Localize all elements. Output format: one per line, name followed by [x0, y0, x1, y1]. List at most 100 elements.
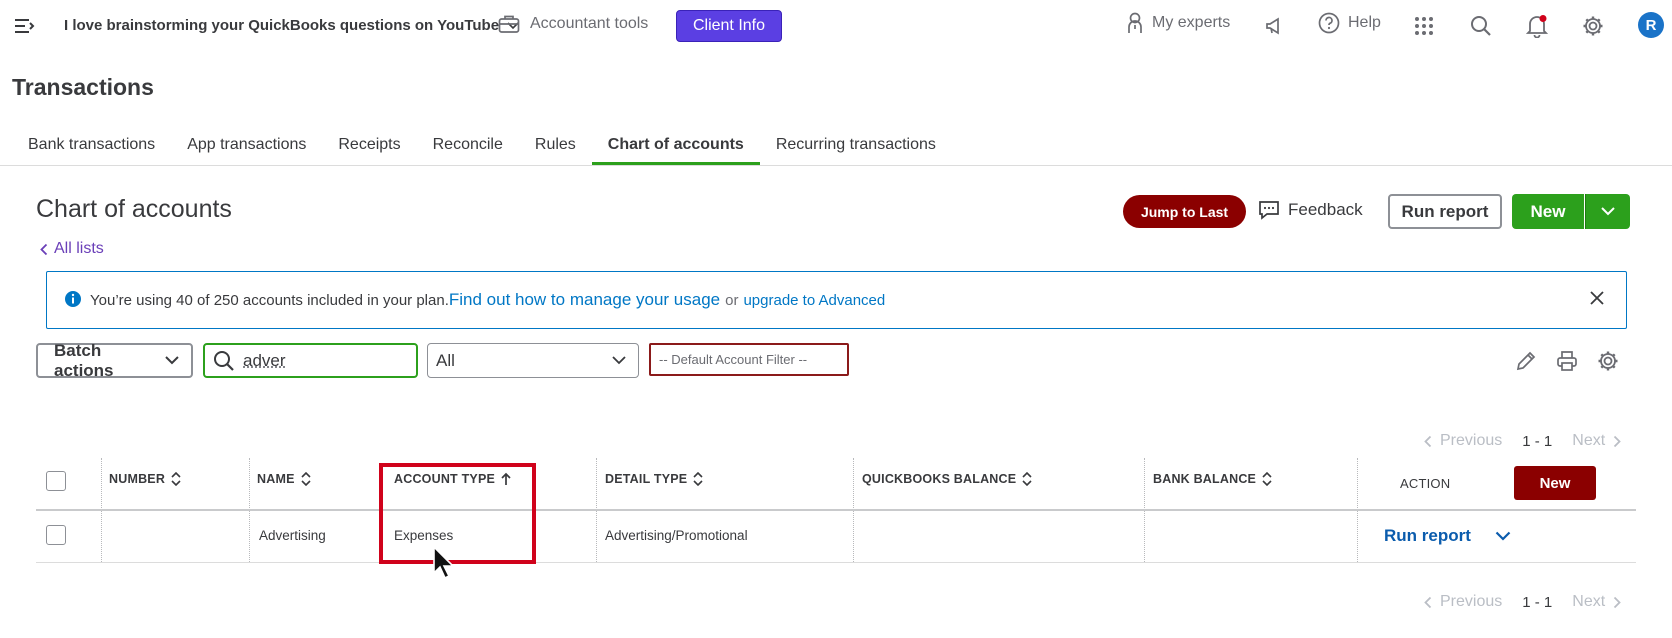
- chevron-down-icon: [165, 356, 179, 365]
- chevron-down-icon: [612, 356, 626, 365]
- menu-collapse-icon[interactable]: [14, 17, 36, 35]
- manage-usage-link[interactable]: Find out how to manage your usage: [449, 290, 720, 310]
- chevron-left-icon: [40, 243, 48, 255]
- tab-receipts[interactable]: Receipts: [322, 124, 416, 166]
- notification-bell-icon[interactable]: [1526, 14, 1548, 38]
- new-dropdown-button[interactable]: [1585, 194, 1630, 229]
- section-title: Chart of accounts: [36, 195, 232, 223]
- pager-previous-button[interactable]: Previous: [1424, 432, 1502, 450]
- company-name: I love brainstorming your QuickBooks que…: [64, 17, 500, 34]
- column-header-detail-type[interactable]: DETAIL TYPE: [605, 472, 703, 486]
- column-header-bank-balance[interactable]: BANK BALANCE: [1153, 472, 1272, 486]
- tab-recurring-transactions[interactable]: Recurring transactions: [760, 124, 952, 166]
- chevron-down-icon: [1495, 531, 1511, 541]
- pager-range: 1 - 1: [1522, 593, 1553, 611]
- client-info-button[interactable]: Client Info: [676, 10, 782, 42]
- chevron-down-icon: [1601, 207, 1615, 216]
- pager-next-label: Next: [1572, 432, 1606, 449]
- all-lists-link[interactable]: All lists: [40, 240, 104, 258]
- search-box: [203, 343, 418, 378]
- help-button[interactable]: Help: [1318, 12, 1381, 34]
- apps-grid-icon[interactable]: [1414, 16, 1434, 36]
- pager-bottom: Previous 1 - 1 Next: [1424, 593, 1621, 611]
- company-name-dropdown[interactable]: I love brainstorming your QuickBooks que…: [64, 17, 519, 34]
- tab-app-transactions[interactable]: App transactions: [171, 124, 322, 166]
- header-bank-balance-label: BANK BALANCE: [1153, 472, 1257, 486]
- search-icon[interactable]: [1470, 15, 1492, 37]
- default-account-filter[interactable]: -- Default Account Filter --: [649, 343, 849, 376]
- cell-name[interactable]: Advertising: [259, 528, 326, 543]
- top-bar: I love brainstorming your QuickBooks que…: [0, 0, 1672, 52]
- accountant-tools-button[interactable]: Accountant tools: [498, 14, 648, 34]
- batch-actions-dropdown[interactable]: Batch actions: [36, 340, 193, 380]
- row-action-dropdown[interactable]: [1495, 531, 1511, 541]
- info-icon: [64, 290, 82, 308]
- column-header-action: ACTION: [1400, 476, 1451, 491]
- account-type-selected: All: [436, 350, 455, 370]
- user-avatar[interactable]: R: [1638, 12, 1664, 38]
- run-report-button[interactable]: Run report: [1388, 194, 1502, 229]
- accountant-tools-label: Accountant tools: [530, 15, 649, 32]
- print-icon[interactable]: [1556, 350, 1578, 372]
- sort-up-down-icon: [1022, 472, 1032, 486]
- tab-chart-of-accounts[interactable]: Chart of accounts: [591, 124, 760, 166]
- header-name-label: NAME: [257, 472, 295, 486]
- help-question-icon: [1318, 12, 1340, 34]
- help-label: Help: [1348, 14, 1381, 31]
- search-input[interactable]: [243, 350, 403, 371]
- all-lists-label: All lists: [54, 240, 104, 257]
- usage-banner-text: You’re using 40 of 250 accounts included…: [90, 290, 885, 310]
- briefcase-icon: [498, 15, 520, 33]
- select-all-checkbox[interactable]: [46, 471, 66, 491]
- column-header-quickbooks-balance[interactable]: QUICKBOOKS BALANCE: [862, 472, 1032, 486]
- banner-or: or: [725, 292, 739, 309]
- account-type-select[interactable]: All: [427, 343, 639, 378]
- mouse-cursor-icon: [432, 545, 456, 581]
- tabs-divider: [0, 165, 1672, 166]
- table-header-divider: [36, 509, 1636, 511]
- table-settings-gear-icon[interactable]: [1597, 350, 1619, 372]
- pager-next-button[interactable]: Next: [1572, 593, 1621, 611]
- header-qb-balance-label: QUICKBOOKS BALANCE: [862, 472, 1017, 486]
- my-experts-label: My experts: [1152, 14, 1231, 31]
- sort-up-down-icon: [301, 472, 311, 486]
- new-account-button[interactable]: New: [1512, 194, 1584, 229]
- chevron-left-icon: [1424, 435, 1432, 447]
- table-new-button[interactable]: New: [1514, 466, 1596, 500]
- header-detail-type-label: DETAIL TYPE: [605, 472, 688, 486]
- expert-person-icon: [1128, 12, 1142, 33]
- pager-next-button[interactable]: Next: [1572, 432, 1621, 450]
- upgrade-advanced-link[interactable]: upgrade to Advanced: [743, 292, 885, 309]
- pager-previous-button[interactable]: Previous: [1424, 593, 1502, 611]
- pager-range: 1 - 1: [1522, 432, 1553, 450]
- close-icon[interactable]: [1590, 291, 1604, 305]
- feedback-button[interactable]: Feedback: [1258, 200, 1363, 220]
- pager-previous-label: Previous: [1440, 593, 1503, 610]
- sort-up-down-icon: [693, 472, 703, 486]
- column-header-number[interactable]: NUMBER: [109, 472, 181, 486]
- settings-gear-icon[interactable]: [1582, 15, 1604, 37]
- my-experts-button[interactable]: My experts: [1126, 12, 1230, 34]
- cell-detail-type: Advertising/Promotional: [605, 528, 748, 543]
- feedback-label: Feedback: [1288, 200, 1363, 219]
- chevron-left-icon: [1424, 596, 1432, 608]
- edit-pencil-icon[interactable]: [1515, 350, 1537, 372]
- batch-actions-label: Batch actions: [54, 340, 114, 380]
- tab-rules[interactable]: Rules: [519, 124, 592, 166]
- row-run-report-link[interactable]: Run report: [1384, 526, 1471, 546]
- megaphone-icon[interactable]: [1265, 16, 1285, 36]
- sort-up-down-icon: [1262, 472, 1272, 486]
- row-checkbox[interactable]: [46, 525, 66, 545]
- column-header-name[interactable]: NAME: [257, 472, 311, 486]
- search-icon: [214, 350, 234, 371]
- sort-up-down-icon: [171, 472, 181, 486]
- chevron-right-icon: [1614, 435, 1621, 447]
- tab-bank-transactions[interactable]: Bank transactions: [12, 124, 171, 166]
- transactions-tabs: Bank transactions App transactions Recei…: [12, 124, 952, 166]
- row-divider: [36, 562, 1636, 563]
- jump-to-last-button[interactable]: Jump to Last: [1123, 195, 1246, 228]
- feedback-chat-icon: [1259, 201, 1279, 220]
- pager-top: Previous 1 - 1 Next: [1424, 432, 1621, 450]
- pager-previous-label: Previous: [1440, 432, 1503, 449]
- tab-reconcile[interactable]: Reconcile: [417, 124, 519, 166]
